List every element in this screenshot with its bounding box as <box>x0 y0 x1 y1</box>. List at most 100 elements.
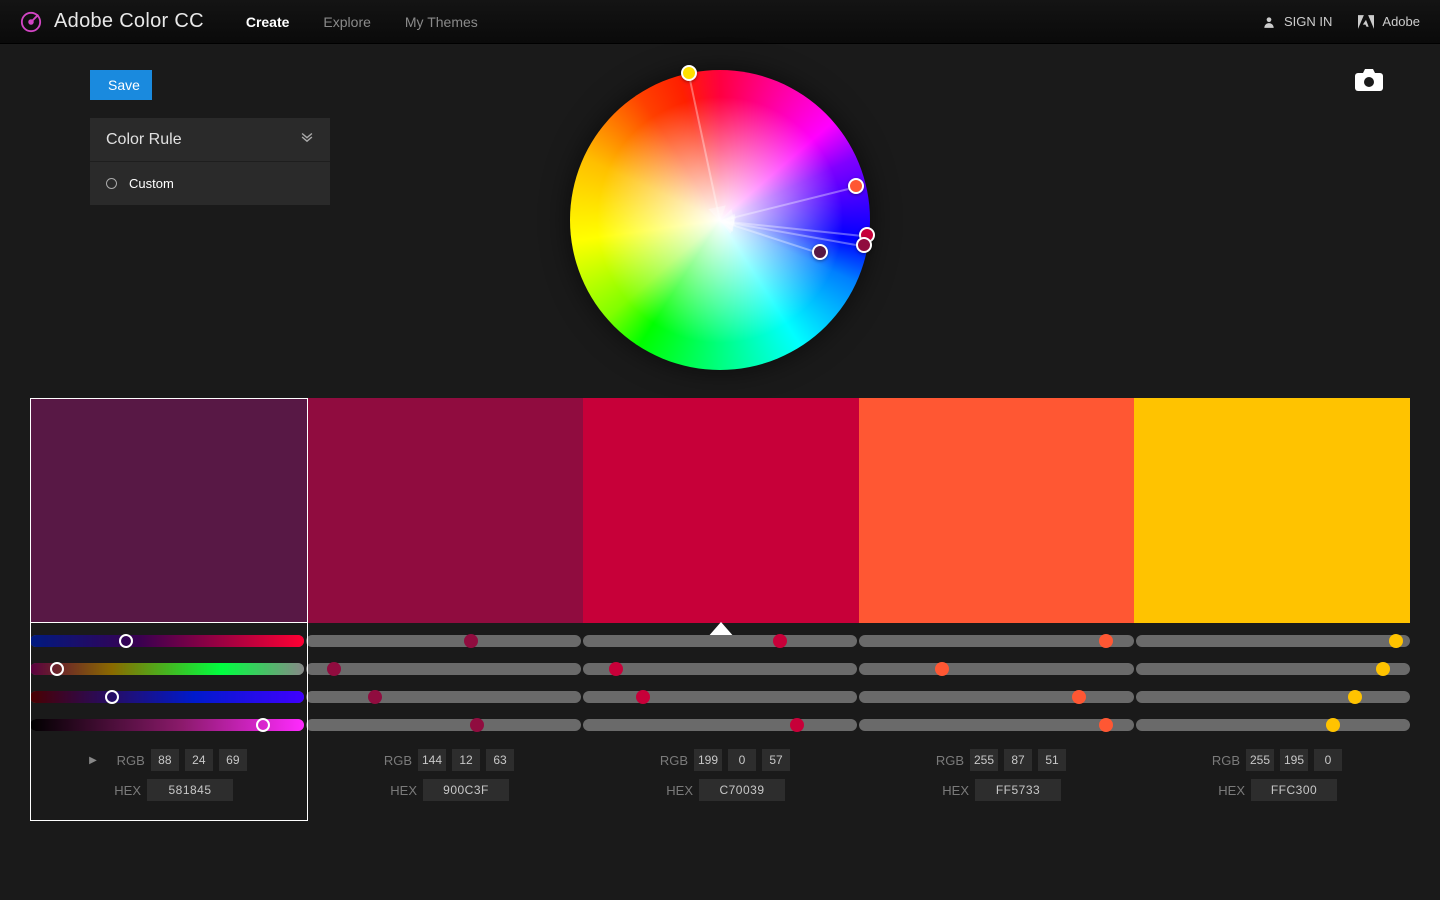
slider-seg[interactable] <box>1136 663 1410 675</box>
slider-seg[interactable] <box>859 635 1133 647</box>
hex-value[interactable]: C70039 <box>699 779 785 801</box>
chevron-down-icon <box>300 130 314 149</box>
wheel-marker[interactable] <box>681 65 697 81</box>
swatch-4[interactable] <box>1134 398 1410 623</box>
rgb-value[interactable]: 24 <box>185 749 213 771</box>
slider-seg[interactable] <box>30 663 304 675</box>
slider-thumb[interactable] <box>464 634 478 648</box>
swatch-2[interactable] <box>583 398 859 623</box>
label-rgb: RGB <box>107 753 145 768</box>
slider-thumb[interactable] <box>470 718 484 732</box>
value-col-0: ▶ RGB 88 24 69 HEX 581845 <box>30 749 306 801</box>
rgb-value[interactable]: 63 <box>486 749 514 771</box>
hex-value[interactable]: 581845 <box>147 779 233 801</box>
slider-thumb[interactable] <box>609 662 623 676</box>
slider-thumb[interactable] <box>935 662 949 676</box>
rgb-value[interactable]: 51 <box>1038 749 1066 771</box>
rgb-value[interactable]: 0 <box>1314 749 1342 771</box>
rgb-value[interactable]: 57 <box>762 749 790 771</box>
slider-seg[interactable] <box>1136 691 1410 703</box>
label-hex: HEX <box>931 783 969 798</box>
header-right: SIGN IN Adobe <box>1262 14 1420 29</box>
slider-thumb[interactable] <box>1326 718 1340 732</box>
color-rule-header[interactable]: Color Rule <box>90 118 330 162</box>
slider-thumb[interactable] <box>636 690 650 704</box>
label-rgb: RGB <box>926 753 964 768</box>
slider-seg[interactable] <box>583 691 857 703</box>
color-rule-panel: Color Rule Custom <box>90 118 330 205</box>
slider-seg[interactable] <box>306 635 580 647</box>
rgb-value[interactable]: 255 <box>1246 749 1274 771</box>
slider-thumb[interactable] <box>256 718 270 732</box>
wheel-marker[interactable] <box>856 237 872 253</box>
slider-seg[interactable] <box>30 635 304 647</box>
slider-seg[interactable] <box>859 691 1133 703</box>
slider-thumb[interactable] <box>327 662 341 676</box>
rgb-value[interactable]: 199 <box>694 749 722 771</box>
swatch-1[interactable] <box>308 398 584 623</box>
color-wheel[interactable] <box>570 70 870 370</box>
swatch-3[interactable] <box>859 398 1135 623</box>
label-hex: HEX <box>103 783 141 798</box>
swatch-0[interactable] <box>30 398 308 623</box>
slider-row-2 <box>30 683 1410 711</box>
rgb-value[interactable]: 144 <box>418 749 446 771</box>
slider-thumb[interactable] <box>119 634 133 648</box>
slider-seg[interactable] <box>306 663 580 675</box>
slider-seg[interactable] <box>30 691 304 703</box>
rgb-value[interactable]: 255 <box>970 749 998 771</box>
nav-explore[interactable]: Explore <box>323 14 370 30</box>
slider-thumb[interactable] <box>105 690 119 704</box>
logo: Adobe Color CC <box>20 10 204 33</box>
hex-value[interactable]: FF5733 <box>975 779 1061 801</box>
slider-seg[interactable] <box>859 663 1133 675</box>
values-panel: ▶RGB882469HEX581845RGB1441263HEX900C3FRG… <box>30 749 1410 821</box>
color-rule-custom[interactable]: Custom <box>90 162 330 205</box>
slider-row-3 <box>30 711 1410 739</box>
slider-thumb[interactable] <box>1376 662 1390 676</box>
wheel-marker[interactable] <box>848 178 864 194</box>
slider-thumb[interactable] <box>1099 634 1113 648</box>
slider-seg[interactable] <box>306 691 580 703</box>
app-header: Adobe Color CC Create Explore My Themes … <box>0 0 1440 44</box>
slider-seg[interactable] <box>583 719 857 731</box>
nav-mythemes[interactable]: My Themes <box>405 14 478 30</box>
top-nav: Create Explore My Themes <box>246 14 478 30</box>
hex-value[interactable]: 900C3F <box>423 779 509 801</box>
swatch-row <box>30 398 1410 623</box>
slider-seg[interactable] <box>583 663 857 675</box>
signin-link[interactable]: SIGN IN <box>1262 14 1332 29</box>
slider-seg[interactable] <box>306 719 580 731</box>
slider-thumb[interactable] <box>1072 690 1086 704</box>
adobe-link[interactable]: Adobe <box>1358 14 1420 29</box>
slider-seg[interactable] <box>30 719 304 731</box>
color-logo-icon <box>20 11 42 33</box>
save-button[interactable]: Save <box>90 70 152 100</box>
slider-seg[interactable] <box>859 719 1133 731</box>
rgb-value[interactable]: 195 <box>1280 749 1308 771</box>
adobe-logo-icon <box>1358 15 1374 29</box>
label-rgb: RGB <box>650 753 688 768</box>
slider-seg[interactable] <box>1136 635 1410 647</box>
slider-thumb[interactable] <box>368 690 382 704</box>
slider-thumb[interactable] <box>1099 718 1113 732</box>
value-col-2: RGB 199 0 57 HEX C70039 <box>582 749 858 801</box>
slider-thumb[interactable] <box>1348 690 1362 704</box>
slider-thumb[interactable] <box>50 662 64 676</box>
slider-thumb[interactable] <box>790 718 804 732</box>
hex-value[interactable]: FFC300 <box>1251 779 1337 801</box>
label-hex: HEX <box>655 783 693 798</box>
wheel-marker[interactable] <box>812 244 828 260</box>
camera-icon[interactable] <box>1354 68 1384 92</box>
slider-seg[interactable] <box>1136 719 1410 731</box>
nav-create[interactable]: Create <box>246 14 290 30</box>
slider-thumb[interactable] <box>1389 634 1403 648</box>
slider-thumb[interactable] <box>773 634 787 648</box>
caret-right-icon[interactable]: ▶ <box>89 755 97 766</box>
rgb-value[interactable]: 87 <box>1004 749 1032 771</box>
rgb-value[interactable]: 12 <box>452 749 480 771</box>
rgb-value[interactable]: 88 <box>151 749 179 771</box>
rgb-value[interactable]: 69 <box>219 749 247 771</box>
rgb-value[interactable]: 0 <box>728 749 756 771</box>
slider-seg[interactable] <box>583 635 857 647</box>
